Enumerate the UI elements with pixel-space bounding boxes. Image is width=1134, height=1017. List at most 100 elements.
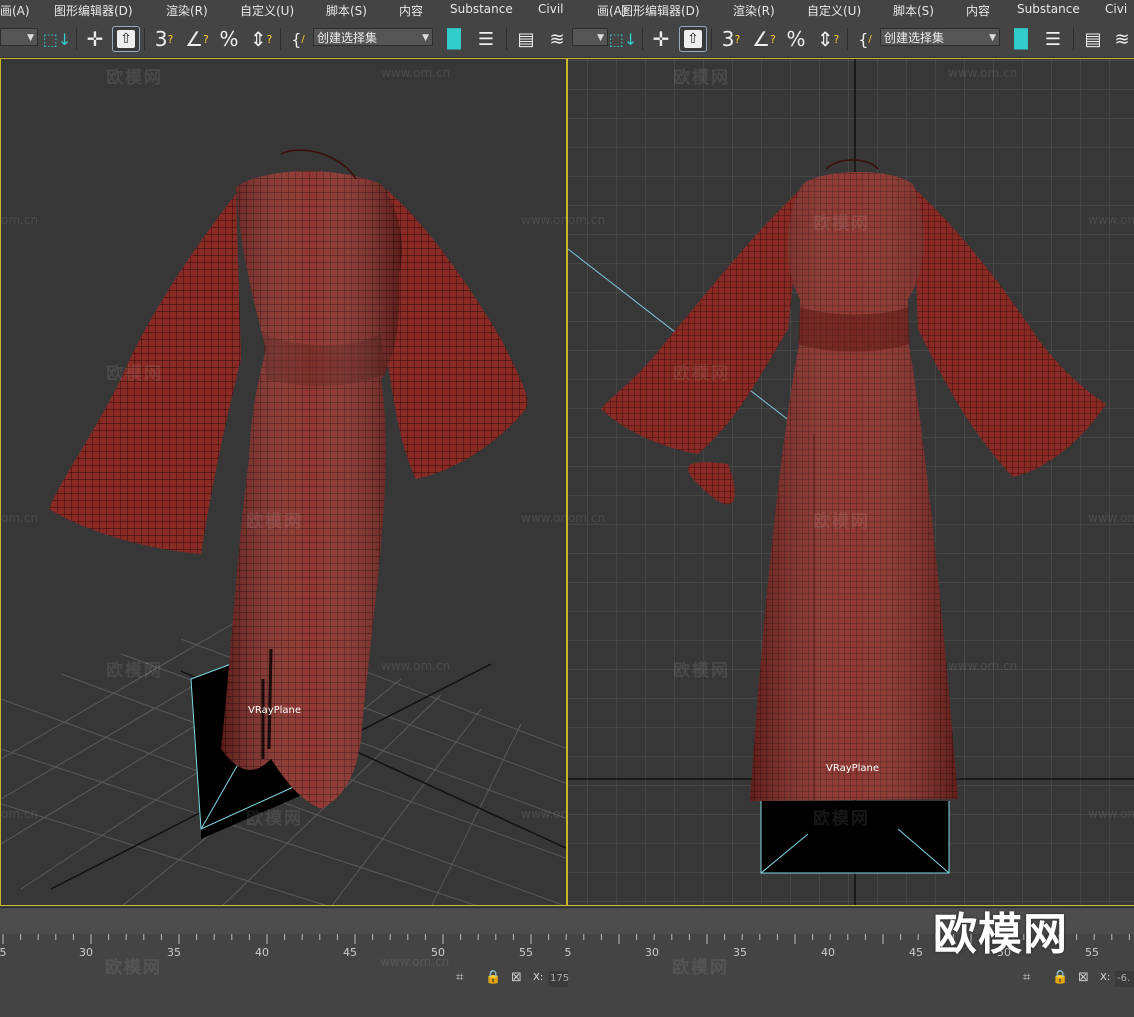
menu-item[interactable]: Civi: [1105, 2, 1127, 16]
menu-item[interactable]: 渲染(R): [166, 2, 208, 19]
absolute-mode-icon[interactable]: ⊠: [511, 970, 522, 985]
isolate-selection-icon-right[interactable]: ⌗: [1023, 970, 1030, 985]
layers-icon[interactable]: ≋: [544, 26, 570, 52]
menu-item[interactable]: 脚本(S): [326, 2, 367, 19]
select-manipulate-icon[interactable]: ⇧: [112, 26, 140, 52]
menu-bar: 画(A) 图形编辑器(D) 渲染(R) 自定义(U) 脚本(S) 内容 Subs…: [0, 0, 1134, 20]
ruler-tick-label: 30: [79, 946, 93, 959]
ruler-tick-label: 5: [564, 946, 572, 959]
edit-named-selection-icon[interactable]: {/: [285, 26, 311, 52]
menu-item[interactable]: Substance: [1017, 2, 1080, 16]
menu-item[interactable]: 自定义(U): [240, 2, 294, 19]
watermark-url: www.om.cn: [381, 66, 451, 80]
filter-dropdown-right[interactable]: ▼: [572, 28, 608, 46]
spinner-snap-icon-right[interactable]: ⇕?: [814, 26, 842, 52]
watermark-brand: 欧模网: [813, 214, 870, 234]
main-toolbar: ▼ ⬚↓ ✛ ⇧ 3? ∠? % ⇕? {/ 创建选择集 ▼ ▐▌ ☰ ▤ ≋ ▼…: [0, 21, 1134, 58]
ruler-tick-label: 35: [167, 946, 181, 959]
object-label: VRayPlane: [248, 705, 302, 716]
watermark-brand: 欧模网: [105, 958, 162, 978]
lock-icon[interactable]: 🔒: [485, 970, 501, 985]
lock-icon-right[interactable]: 🔒: [1052, 970, 1068, 985]
menu-item[interactable]: 画(A): [0, 2, 30, 19]
status-bar: ⌗ 🔒 ⊠ X: 175 ⌗ 🔒 ⊠ X: -6. 欧模网 www.om.cn …: [0, 955, 1134, 1017]
percent-snap-icon[interactable]: %: [215, 26, 243, 52]
x-coordinate-field-right[interactable]: -6.: [1115, 971, 1134, 987]
front-scene: [568, 59, 1134, 905]
menu-item[interactable]: 渲染(R): [733, 2, 775, 19]
align-icon[interactable]: ☰: [473, 26, 499, 52]
brand-watermark-large: 欧模网: [933, 909, 1068, 960]
snap-toggle-icon[interactable]: 3?: [150, 26, 178, 52]
menu-item[interactable]: Civil: [538, 2, 563, 16]
watermark-url: www.om.cn: [380, 955, 450, 969]
layer-explorer-icon[interactable]: ▤: [513, 26, 539, 52]
ruler-tick-label: 45: [343, 946, 357, 959]
select-manipulate-icon-right[interactable]: ⇧: [679, 26, 707, 52]
menu-item[interactable]: 自定义(U): [807, 2, 861, 19]
filter-dropdown[interactable]: ▼: [0, 28, 38, 46]
select-filter-icon-right[interactable]: ⬚↓: [609, 26, 638, 52]
menu-item[interactable]: 内容: [399, 2, 423, 19]
watermark-url: om.cn: [1, 213, 39, 227]
mirror-icon[interactable]: ▐▌: [440, 26, 468, 52]
x-coordinate-label-right: X:: [1100, 972, 1111, 983]
angle-snap-icon-right[interactable]: ∠?: [750, 26, 778, 52]
ruler-tick-label: 40: [821, 946, 835, 959]
watermark-brand: 欧模网: [246, 809, 303, 829]
watermark-url: www.om.cn: [521, 213, 566, 227]
watermark-brand: 欧模网: [813, 512, 870, 532]
absolute-mode-icon-right[interactable]: ⊠: [1078, 970, 1089, 985]
watermark-brand: 欧模网: [813, 809, 870, 829]
watermark-url: www.om.cn: [381, 659, 451, 673]
named-selection-dropdown[interactable]: 创建选择集 ▼: [313, 28, 433, 46]
watermark-brand: 欧模网: [673, 364, 730, 384]
watermark-url: www.om.cn: [521, 807, 566, 821]
align-icon-right[interactable]: ☰: [1040, 26, 1066, 52]
menu-item[interactable]: Substance: [450, 2, 513, 16]
ruler-tick-label: 35: [733, 946, 747, 959]
menu-item[interactable]: 内容: [966, 2, 990, 19]
snap-toggle-icon-right[interactable]: 3?: [717, 26, 745, 52]
watermark-brand: 欧模网: [673, 661, 730, 681]
ruler-tick-label: 40: [255, 946, 269, 959]
watermark-brand: 欧模网: [106, 364, 163, 384]
ruler-tick-label: 45: [909, 946, 923, 959]
watermark-brand: 欧模网: [673, 68, 730, 88]
ruler-tick-label: 30: [645, 946, 659, 959]
perspective-viewport[interactable]: 欧模网 www.om.cn om.cn www.om.cn 欧模网 om.cn …: [0, 58, 567, 906]
ruler-tick-label: 5: [0, 946, 7, 959]
menu-item[interactable]: 脚本(S): [893, 2, 934, 19]
watermark-url: www.om.cn: [948, 66, 1018, 80]
spinner-snap-icon[interactable]: ⇕?: [247, 26, 275, 52]
select-filter-icon[interactable]: ⬚↓: [43, 26, 72, 52]
front-viewport[interactable]: 欧模网 www.om.cn om.cn 欧模网 www.om.cn 欧模网 om…: [567, 58, 1134, 906]
watermark-brand: 欧模网: [106, 661, 163, 681]
watermark-url: om.cn: [568, 511, 606, 525]
ruler-tick-label: 55: [1085, 946, 1099, 959]
watermark-url: www.om.cn: [1088, 511, 1134, 525]
move-icon[interactable]: ✛: [82, 26, 108, 52]
named-selection-dropdown-right[interactable]: 创建选择集 ▼: [880, 28, 1000, 46]
watermark-url: www.om.cn: [1088, 807, 1134, 821]
edit-named-selection-icon-right[interactable]: {/: [852, 26, 878, 52]
watermark-brand: 欧模网: [246, 512, 303, 532]
x-coordinate-label: X:: [533, 972, 544, 983]
watermark-url: www.om.cn: [1088, 213, 1134, 227]
x-coordinate-field[interactable]: 175: [548, 971, 569, 987]
menu-item[interactable]: 图形编辑器(D): [621, 2, 700, 19]
menu-item[interactable]: 图形编辑器(D): [54, 2, 133, 19]
layers-icon-right[interactable]: ≋: [1110, 26, 1134, 52]
percent-snap-icon-right[interactable]: %: [782, 26, 810, 52]
isolate-selection-icon[interactable]: ⌗: [456, 970, 463, 985]
object-label: VRayPlane: [826, 763, 880, 774]
angle-snap-icon[interactable]: ∠?: [183, 26, 211, 52]
watermark-url: www.om.cn: [521, 511, 566, 525]
watermark-brand: 欧模网: [672, 958, 729, 978]
move-icon-right[interactable]: ✛: [648, 26, 674, 52]
layer-explorer-icon-right[interactable]: ▤: [1080, 26, 1106, 52]
watermark-url: www.om.cn: [948, 659, 1018, 673]
mirror-icon-right[interactable]: ▐▌: [1007, 26, 1035, 52]
watermark-brand: 欧模网: [106, 68, 163, 88]
watermark-url: om.cn: [1, 511, 39, 525]
